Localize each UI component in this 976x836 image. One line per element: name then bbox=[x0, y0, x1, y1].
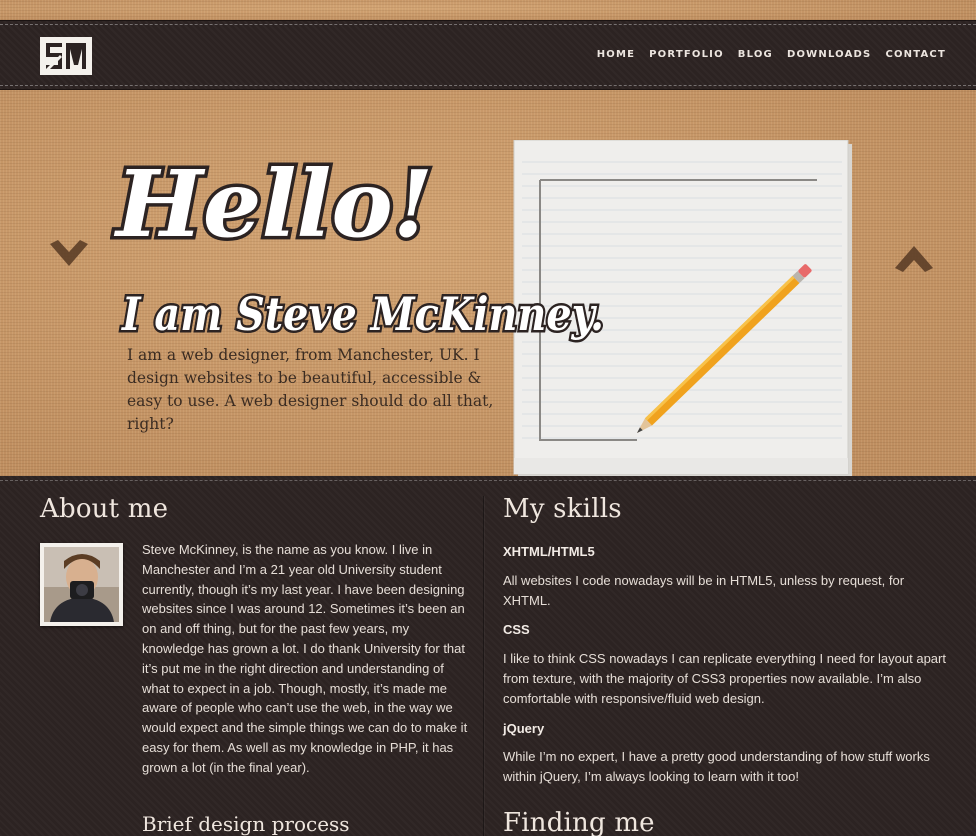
main-nav: HOME PORTFOLIO BLOG DOWNLOADS CONTACT bbox=[597, 49, 946, 60]
chevron-up-icon[interactable] bbox=[893, 242, 935, 272]
hero-heading: Hello! I am Steve McKinney. bbox=[110, 147, 606, 344]
brief-process-title: Brief design process bbox=[142, 812, 350, 836]
column-divider bbox=[483, 496, 484, 836]
skill-desc: I like to think CSS nowadays I can repli… bbox=[503, 651, 946, 706]
nav-portfolio[interactable]: PORTFOLIO bbox=[649, 49, 724, 60]
content-section: About me Steve McKinney, is the name as … bbox=[0, 476, 976, 836]
nav-contact[interactable]: CONTACT bbox=[885, 49, 946, 60]
hero-greeting: Hello! bbox=[113, 150, 433, 258]
nav-home[interactable]: HOME bbox=[597, 49, 635, 60]
portrait-icon bbox=[44, 547, 119, 622]
skill-name: jQuery bbox=[503, 720, 545, 736]
skill-desc: All websites I code nowadays will be in … bbox=[503, 572, 905, 608]
skill-desc: While I’m no expert, I have a pretty goo… bbox=[503, 749, 930, 785]
site-header: HOME PORTFOLIO BLOG DOWNLOADS CONTACT bbox=[0, 20, 976, 90]
hero-blurb: I am a web designer, from Manchester, UK… bbox=[127, 346, 494, 433]
about-text: Steve McKinney, is the name as you know.… bbox=[142, 542, 468, 775]
hero-section: Hello! I am Steve McKinney. I am a web d… bbox=[0, 90, 976, 476]
top-texture-strip bbox=[0, 0, 976, 20]
skill-name: CSS bbox=[503, 622, 530, 638]
avatar bbox=[40, 543, 123, 626]
about-title: About me bbox=[40, 494, 169, 524]
nav-blog[interactable]: BLOG bbox=[738, 49, 773, 60]
finding-me-title: Finding me bbox=[503, 808, 655, 836]
nav-downloads[interactable]: DOWNLOADS bbox=[787, 49, 872, 60]
logo-icon[interactable] bbox=[40, 37, 92, 75]
skills-title: My skills bbox=[503, 494, 622, 524]
hero-intro: I am Steve McKinney. bbox=[120, 287, 604, 341]
skill-name: XHTML/HTML5 bbox=[503, 544, 595, 559]
chevron-down-icon[interactable] bbox=[48, 240, 90, 270]
skills-list: XHTML/HTML5 All websites I code nowadays… bbox=[503, 542, 953, 797]
